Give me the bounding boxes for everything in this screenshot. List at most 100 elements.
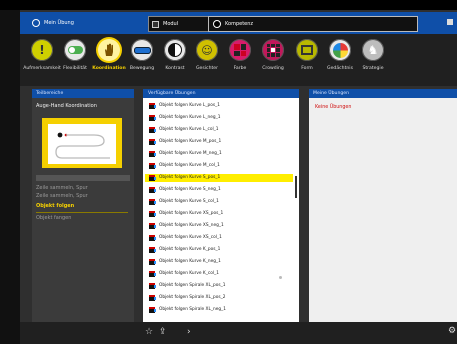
exercise-row[interactable]: Objekt folgen Kurve S_pos_1 [145, 174, 293, 182]
exercise-thumbnail-icon [149, 187, 156, 193]
toggle-icon [64, 39, 86, 61]
exercise-label: Objekt folgen Kurve K_pos_1 [159, 247, 221, 252]
exercise-thumbnail-icon [149, 283, 156, 289]
exercise-thumbnail-icon [149, 211, 156, 217]
exercise-label: Objekt folgen Kurve L_neg_1 [159, 115, 221, 120]
exercise-label: Objekt folgen Spirale XL_neg_1 [159, 307, 226, 312]
hand-icon [98, 39, 120, 61]
star-icon[interactable]: ☆ [145, 328, 153, 337]
tool-label: Kontrast [165, 66, 185, 71]
exercise-row[interactable]: Objekt folgen Kurve M_neg_1 [149, 150, 289, 158]
window-icon[interactable] [447, 19, 453, 25]
exercise-label: Objekt folgen Kurve K_col_1 [159, 271, 219, 276]
tool-label: Crowding [262, 66, 284, 71]
chevron-right-icon[interactable]: › [187, 328, 191, 337]
exercise-thumbnail-icon [149, 247, 156, 253]
exercise-thumbnail-icon [149, 175, 156, 181]
exercise-thumbnail-icon [149, 307, 156, 313]
tool-label: Flexibilität [63, 66, 87, 71]
share-icon[interactable]: ⇪ [159, 328, 167, 337]
smiley-icon: ☺ [196, 39, 218, 61]
exercise-label: Objekt folgen Kurve M_col_1 [159, 163, 220, 168]
exercise-label: Objekt folgen Kurve XS_neg_1 [159, 223, 224, 228]
competence-icon [213, 20, 221, 28]
gear-icon[interactable]: ⚙ [448, 327, 456, 336]
exercise-thumbnail-icon [149, 295, 156, 301]
tab-label: Kompetenz [225, 21, 254, 27]
curve-path-icon [55, 132, 110, 159]
exercise-row[interactable]: Objekt folgen Kurve XS_pos_1 [149, 210, 289, 218]
left-edge [0, 10, 20, 344]
exercise-label: Objekt folgen Kurve M_neg_1 [159, 151, 222, 156]
panel-header: Meine Übungen [309, 89, 457, 98]
exercise-row[interactable]: Objekt folgen Spirale XL_pos_1 [149, 282, 289, 290]
exercise-row[interactable]: Objekt folgen Kurve K_col_1 [149, 270, 289, 278]
selection-underline [36, 212, 128, 213]
exercise-thumbnail-icon [149, 259, 156, 265]
tool-label: Gesichter [195, 66, 218, 71]
my-exercises-panel: Meine Übungen Keine Übungen [309, 89, 457, 322]
exclamation-icon: ! [31, 39, 53, 61]
tool-label: Farbe [233, 66, 247, 71]
exercise-label: Objekt folgen Kurve L_col_1 [159, 127, 219, 132]
exercise-list[interactable]: Objekt folgen Kurve L_pos_1 Objekt folgen… [143, 98, 299, 322]
exercise-thumbnail-icon [149, 199, 156, 205]
available-exercises-header: Verfügbare Übungen [143, 89, 299, 98]
module-icon [152, 20, 159, 28]
dot-indicator [279, 276, 282, 279]
exercise-row[interactable]: Objekt folgen Spirale XL_pos_2 [149, 294, 289, 302]
tool-crowding[interactable]: Crowding [254, 39, 292, 71]
subarea-item[interactable]: Zeile sammeln, Spur [36, 185, 88, 191]
tool-flexibilitaet[interactable]: Flexibilität [56, 39, 94, 71]
exercise-thumbnail-icon [149, 271, 156, 277]
subarea-item[interactable]: Zeile sammeln, Spur [36, 193, 88, 199]
subarea-title[interactable]: Auge-Hand Koordination [36, 103, 97, 109]
tab-modul[interactable]: Modul [148, 16, 217, 32]
subarea-item-selected[interactable]: Objekt folgen [36, 203, 74, 209]
tool-label: Gedächtnis [327, 66, 353, 71]
contrast-icon [164, 39, 186, 61]
exercise-thumbnail-icon [149, 103, 156, 109]
exercise-preview-popup [42, 118, 122, 168]
exercise-thumbnail-icon [149, 163, 156, 169]
exercise-label: Objekt folgen Kurve S_col_1 [159, 199, 219, 204]
tab-label: Mein Übung [44, 20, 74, 26]
subarea-item[interactable]: Objekt fangen [36, 215, 71, 221]
tool-strategie[interactable]: ♞ Strategie [354, 39, 392, 71]
exercise-row[interactable]: Objekt folgen Kurve L_neg_1 [149, 114, 289, 122]
exercise-thumbnail-icon [149, 139, 156, 145]
top-strip [0, 0, 457, 10]
tool-label: Bewegung [129, 66, 155, 71]
memory-icon [329, 39, 351, 61]
panel-header: Teilbereiche [32, 89, 134, 98]
exercise-row[interactable]: Objekt folgen Kurve XS_col_1 [149, 234, 289, 242]
tool-label: Form [301, 66, 313, 71]
motion-icon [131, 39, 153, 61]
exercise-row[interactable]: Objekt folgen Kurve M_col_1 [149, 162, 289, 170]
form-icon [296, 39, 318, 61]
chess-icon: ♞ [362, 39, 384, 61]
tool-label: Strategie [362, 66, 384, 71]
exercise-label: Objekt folgen Kurve XS_col_1 [159, 235, 222, 240]
exercise-label: Objekt folgen Kurve S_neg_1 [159, 187, 221, 192]
bottom-bar: ☆ ⇪ › ⚙ [20, 322, 457, 344]
exercise-row[interactable]: Objekt folgen Kurve L_pos_1 [149, 102, 289, 110]
exercise-label: Objekt folgen Spirale XL_pos_2 [159, 295, 226, 300]
exercise-row[interactable]: Objekt folgen Kurve M_pos_1 [149, 138, 289, 146]
exercise-row[interactable]: Objekt folgen Kurve S_neg_1 [149, 186, 289, 194]
exercise-row[interactable]: Objekt folgen Kurve XS_neg_1 [149, 222, 289, 230]
exercise-thumbnail-icon [149, 235, 156, 241]
app-screen: Mein Übung Modul Kompetenz ! Aufmerksamk… [0, 0, 457, 344]
exercise-label: Objekt folgen Kurve K_neg_1 [159, 259, 221, 264]
exercise-label: Objekt folgen Kurve M_pos_1 [159, 139, 222, 144]
tab-kompetenz[interactable]: Kompetenz [208, 16, 419, 32]
exercise-thumbnail-icon [149, 223, 156, 229]
exercise-row[interactable]: Objekt folgen Kurve L_col_1 [149, 126, 289, 134]
exercise-row[interactable]: Objekt folgen Kurve S_col_1 [149, 198, 289, 206]
exercise-row[interactable]: Objekt folgen Kurve K_neg_1 [149, 258, 289, 266]
list-scrollbar[interactable] [295, 176, 297, 198]
tab-mein-uebung[interactable]: Mein Übung [32, 16, 74, 30]
subarea-item-placeholder [36, 175, 130, 181]
exercise-row[interactable]: Objekt folgen Kurve K_pos_1 [149, 246, 289, 254]
exercise-row[interactable]: Objekt folgen Spirale XL_neg_1 [149, 306, 289, 314]
